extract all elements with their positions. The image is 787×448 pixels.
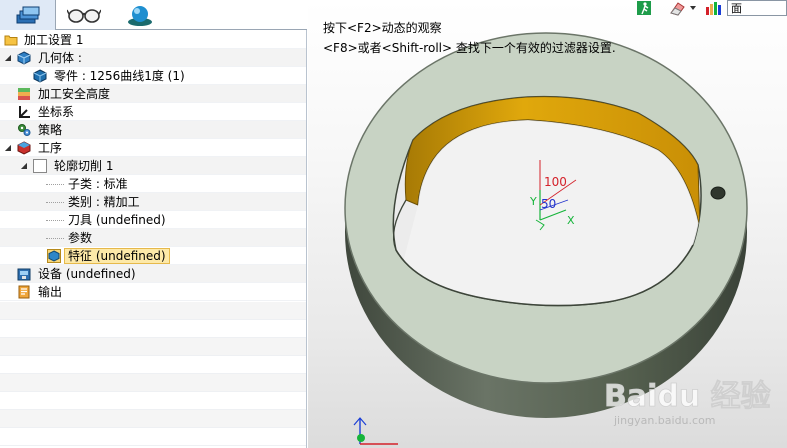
watermark-logo: Baidu 经验	[604, 379, 771, 415]
tree-label-process: 工序	[38, 141, 63, 155]
tree-label-part: 零件 : 1256曲线1度 (1)	[54, 69, 185, 83]
output-document-icon	[18, 285, 30, 299]
view-orientation-triad	[353, 417, 398, 445]
tree-row-part[interactable]: 零件 : 1256曲线1度 (1)	[0, 67, 306, 85]
graphics-viewport[interactable]: 100 50 X Y 按下<F2>动态的观察 <F8>或者<Shift-roll…	[308, 0, 787, 448]
axis-y-label: Y	[529, 195, 537, 208]
tab-features[interactable]	[0, 0, 56, 30]
tree-row-contour-cut[interactable]: ◢ 轮廓切削 1	[0, 157, 306, 175]
tree-row-subtype[interactable]: 子类 : 标准	[0, 175, 306, 193]
tab-render[interactable]	[112, 0, 168, 30]
collapse-icon[interactable]: ◢	[3, 139, 13, 157]
safe-height-layers-icon	[18, 88, 30, 100]
hint-text-line2: <F8>或者<Shift-roll> 查找下一个有效的过滤器设置.	[323, 41, 616, 55]
dimension-label-50: 50	[541, 197, 556, 211]
axis-x-label: X	[567, 214, 575, 227]
tree-label-coordinate-system: 坐标系	[38, 105, 75, 119]
tree-row-tool[interactable]: 刀具 (undefined)	[0, 211, 306, 229]
tree-row-root[interactable]: 加工设置 1	[0, 31, 306, 49]
tree-row-feature[interactable]: 特征 (undefined)	[0, 247, 306, 265]
tree-label-root: 加工设置 1	[24, 33, 84, 47]
dimension-label-100: 100	[544, 175, 567, 189]
tree-row-safe-height[interactable]: 加工安全高度	[0, 85, 306, 103]
machine-icon	[17, 268, 31, 281]
glasses-icon	[67, 9, 101, 23]
exit-run-icon[interactable]	[636, 0, 652, 16]
tree-row-strategy[interactable]: 策略	[0, 121, 306, 139]
tree-label-parameters: 参数	[68, 231, 93, 245]
coordinate-system-icon	[19, 106, 30, 118]
tree-row-coordinate-system[interactable]: 坐标系	[0, 103, 306, 121]
tab-view[interactable]	[56, 0, 112, 30]
tree-label-strategy: 策略	[38, 123, 63, 137]
chevron-down-icon[interactable]	[689, 5, 697, 11]
tree-label-geometry: 几何体 :	[38, 51, 82, 65]
geometry-cube-icon	[17, 51, 31, 65]
tree-row-geometry[interactable]: ◢ 几何体 :	[0, 49, 306, 67]
feature-tree: 加工设置 1 ◢ 几何体 : 零件 : 1256曲线1度 (1) 加工安全高度 …	[0, 31, 306, 301]
part-cube-icon	[33, 69, 47, 83]
panel-tabs	[0, 0, 307, 30]
svg-text:Baidu 经验: Baidu 经验	[604, 379, 771, 414]
tree-label-output: 输出	[38, 285, 63, 299]
tree-label-subtype: 子类 : 标准	[68, 177, 128, 191]
eraser-icon[interactable]	[669, 0, 687, 16]
feature-tree-icon	[16, 6, 39, 24]
tree-row-machine[interactable]: 设备 (undefined)	[0, 265, 306, 283]
pin-hole	[710, 186, 726, 200]
feature-tree-panel: 加工设置 1 ◢ 几何体 : 零件 : 1256曲线1度 (1) 加工安全高度 …	[0, 0, 307, 448]
operation-checkbox-icon[interactable]	[33, 159, 47, 173]
hint-text-line1: 按下<F2>动态的观察	[323, 21, 442, 35]
folder-icon	[4, 35, 18, 46]
tree-row-parameters[interactable]: 参数	[0, 229, 306, 247]
render-sphere-icon	[128, 6, 152, 26]
collapse-icon[interactable]: ◢	[3, 49, 13, 67]
strategy-gears-icon	[18, 124, 31, 136]
selection-filter-dropdown[interactable]: 面	[727, 0, 787, 16]
tree-label-category: 类别 : 精加工	[68, 195, 140, 209]
tree-label-contour-cut: 轮廓切削 1	[54, 159, 114, 173]
process-box-icon	[17, 141, 31, 155]
tree-label-tool: 刀具 (undefined)	[68, 213, 166, 227]
tree-label-machine: 设备 (undefined)	[38, 267, 136, 281]
tree-row-output[interactable]: 输出	[0, 283, 306, 301]
tree-empty-area	[0, 302, 306, 448]
filter-selection-icon[interactable]	[705, 0, 723, 16]
collapse-icon[interactable]: ◢	[19, 157, 29, 175]
watermark-url: jingyan.baidu.com	[614, 414, 716, 427]
tree-row-process[interactable]: ◢ 工序	[0, 139, 306, 157]
tree-label-safe-height: 加工安全高度	[38, 87, 111, 101]
tree-label-feature: 特征 (undefined)	[64, 248, 170, 264]
tree-row-category[interactable]: 类别 : 精加工	[0, 193, 306, 211]
feature-icon	[47, 249, 61, 263]
